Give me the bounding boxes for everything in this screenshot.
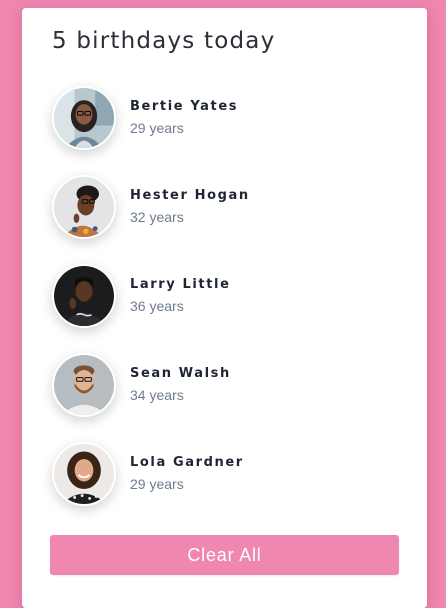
person-name: Hester Hogan [130,188,250,203]
list-item-person: Hester Hogan 32 years [52,173,402,240]
person-info: Hester Hogan 32 years [130,188,250,225]
list-item-person: Larry Little 36 years [52,262,402,329]
avatar-photo-icon [54,265,114,326]
person-name: Bertie Yates [130,99,239,114]
birthday-count-title: 5 birthdays today [52,28,276,54]
person-info: Lola Gardner 29 years [130,455,244,492]
list-item-person: Bertie Yates 29 years [52,84,402,151]
avatar-photo-icon [54,443,114,504]
avatar-photo-icon [54,354,114,415]
person-info: Larry Little 36 years [130,277,231,314]
clear-all-button[interactable]: Clear All [50,535,399,575]
avatar-photo-icon [54,176,114,237]
person-name: Larry Little [130,277,231,292]
person-info: Sean Walsh 34 years [130,366,231,403]
avatar [52,352,116,417]
person-info: Bertie Yates 29 years [130,99,238,136]
person-age: 29 years [130,120,184,136]
person-name: Sean Walsh [130,366,231,381]
list-item-person: Sean Walsh 34 years [52,351,402,418]
avatar [52,441,116,506]
person-age: 29 years [130,476,184,492]
avatar [52,85,116,150]
avatar [52,174,116,239]
person-name: Lola Gardner [130,455,244,470]
avatar [52,263,116,328]
list-item-person: Lola Gardner 29 years [52,440,402,507]
person-age: 36 years [130,298,184,314]
person-age: 34 years [130,387,184,403]
avatar-photo-icon [54,87,114,148]
birthday-card: 5 birthdays today Bertie Yates 29 years … [22,8,427,608]
person-age: 32 years [130,209,184,225]
birthday-list: Bertie Yates 29 years Hester Hogan 32 ye… [52,84,402,529]
